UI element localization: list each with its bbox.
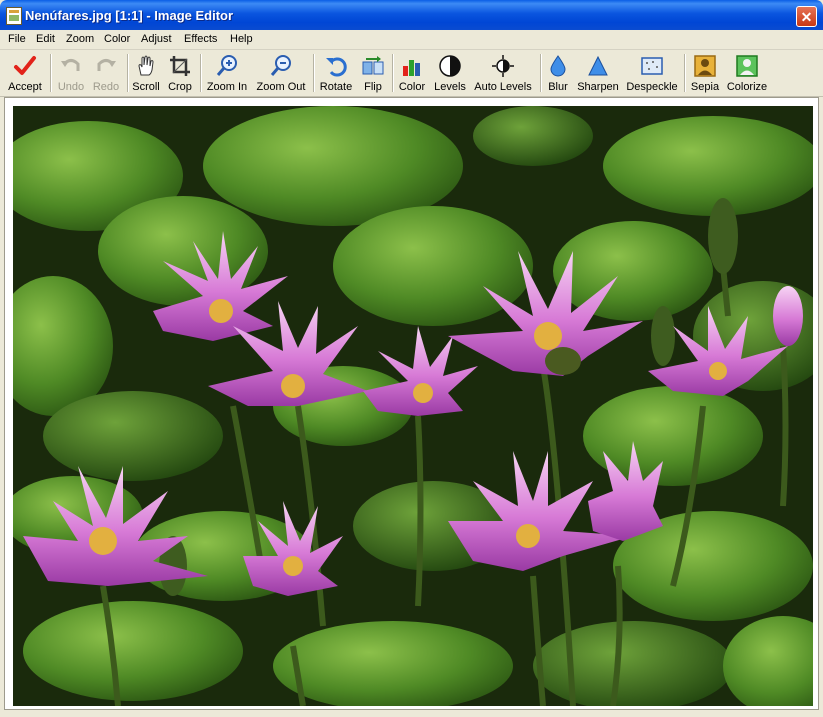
window-title: Nenúfares.jpg [1:1] - Image Editor xyxy=(25,8,234,23)
accept-label: Accept xyxy=(8,81,42,93)
toolbar-separator xyxy=(392,54,394,92)
auto-levels-label: Auto Levels xyxy=(474,81,532,93)
colorize-label: Colorize xyxy=(726,81,768,93)
despeckle-icon xyxy=(641,57,663,75)
crop-icon xyxy=(170,56,190,76)
accept-button[interactable]: Accept xyxy=(4,50,46,96)
water-drop-icon xyxy=(550,55,566,77)
scroll-button[interactable]: Scroll xyxy=(130,50,162,96)
sepia-button[interactable]: Sepia xyxy=(688,50,722,96)
flip-icon xyxy=(362,56,384,75)
despeckle-label: Despeckle xyxy=(626,81,678,93)
zoom-out-icon xyxy=(270,55,291,76)
undo-label: Undo xyxy=(57,81,85,93)
colorize-button[interactable]: Colorize xyxy=(725,50,769,96)
undo-button[interactable]: Undo xyxy=(54,50,88,96)
sepia-person-icon xyxy=(694,55,716,77)
toolbar-separator xyxy=(200,54,202,92)
sharpen-triangle-icon xyxy=(588,55,608,76)
title-bar[interactable]: Nenúfares.jpg [1:1] - Image Editor ✕ xyxy=(0,0,823,30)
toolbar-separator xyxy=(313,54,315,92)
scroll-label: Scroll xyxy=(132,81,160,93)
toolbar: Accept Undo Redo Scroll Crop Zoom In Zoo… xyxy=(0,50,823,97)
despeckle-button[interactable]: Despeckle xyxy=(624,50,680,96)
zoom-out-button[interactable]: Zoom Out xyxy=(253,50,309,96)
auto-levels-icon xyxy=(492,55,514,77)
menu-bar: File Edit Zoom Color Adjust Effects Help xyxy=(0,30,823,50)
menu-adjust[interactable]: Adjust xyxy=(141,33,172,45)
toolbar-separator xyxy=(50,54,52,92)
toolbar-separator xyxy=(684,54,686,92)
menu-zoom[interactable]: Zoom xyxy=(66,33,94,45)
flip-button[interactable]: Flip xyxy=(358,50,388,96)
flip-label: Flip xyxy=(364,81,382,93)
menu-edit[interactable]: Edit xyxy=(36,33,55,45)
water-lily-photo[interactable] xyxy=(13,106,813,706)
zoom-in-label: Zoom In xyxy=(206,81,248,93)
auto-levels-button[interactable]: Auto Levels xyxy=(471,50,535,96)
toolbar-separator xyxy=(540,54,542,92)
rotate-label: Rotate xyxy=(319,81,353,93)
zoom-out-label: Zoom Out xyxy=(256,81,306,93)
zoom-in-icon xyxy=(216,55,237,76)
blur-button[interactable]: Blur xyxy=(543,50,573,96)
levels-icon xyxy=(439,55,461,77)
toolbar-separator xyxy=(127,54,129,92)
sepia-label: Sepia xyxy=(690,81,720,93)
redo-button[interactable]: Redo xyxy=(89,50,123,96)
checkmark-icon xyxy=(14,56,36,75)
menu-effects[interactable]: Effects xyxy=(184,33,217,45)
status-bar xyxy=(0,711,823,717)
levels-label: Levels xyxy=(434,81,466,93)
image-editor-window: Nenúfares.jpg [1:1] - Image Editor ✕ Fil… xyxy=(0,0,823,717)
sharpen-button[interactable]: Sharpen xyxy=(575,50,621,96)
redo-icon xyxy=(97,59,116,71)
undo-icon xyxy=(61,59,80,71)
crop-label: Crop xyxy=(168,81,192,93)
photo-content xyxy=(13,106,813,706)
rotate-button[interactable]: Rotate xyxy=(317,50,355,96)
menu-help[interactable]: Help xyxy=(230,33,253,45)
zoom-in-button[interactable]: Zoom In xyxy=(204,50,250,96)
menu-file[interactable]: File xyxy=(8,33,26,45)
hand-icon xyxy=(138,55,154,76)
blur-label: Blur xyxy=(548,81,568,93)
color-bars-icon xyxy=(403,60,420,76)
color-button[interactable]: Color xyxy=(396,50,428,96)
image-file-icon xyxy=(6,7,22,25)
colorize-person-icon xyxy=(736,55,758,77)
color-label: Color xyxy=(398,81,426,93)
redo-label: Redo xyxy=(92,81,120,93)
rotate-icon xyxy=(326,57,347,77)
sharpen-label: Sharpen xyxy=(577,81,619,93)
levels-button[interactable]: Levels xyxy=(431,50,469,96)
crop-button[interactable]: Crop xyxy=(164,50,196,96)
menu-color[interactable]: Color xyxy=(104,33,130,45)
close-button[interactable]: ✕ xyxy=(796,6,817,27)
